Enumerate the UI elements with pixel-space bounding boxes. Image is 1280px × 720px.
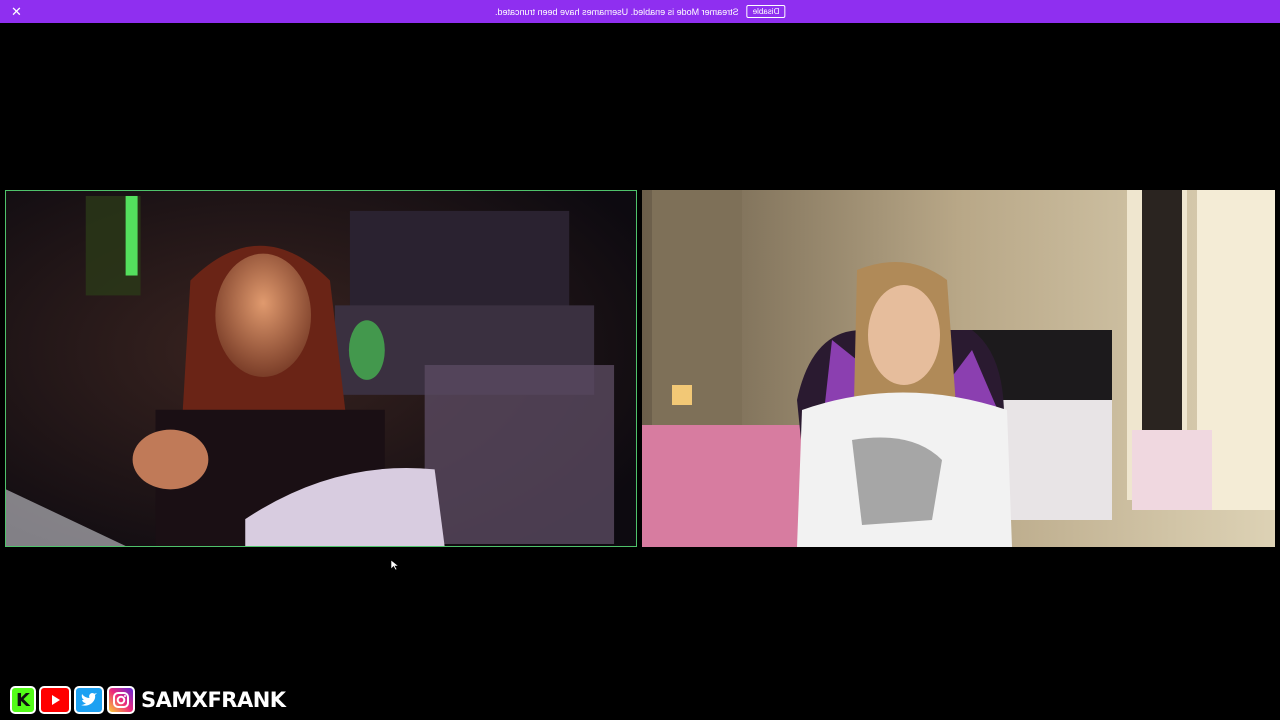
streamer-mode-banner: ✕ Disable Streamer Mode is enabled. User… [0, 0, 1280, 23]
banner-content: Disable Streamer Mode is enabled. Userna… [494, 5, 786, 18]
video-tile-left[interactable] [5, 190, 637, 547]
close-icon[interactable]: ✕ [9, 4, 24, 19]
kick-icon: K [10, 686, 36, 714]
webcam-feed-left [6, 191, 636, 546]
mouse-cursor-icon [391, 560, 399, 570]
twitter-icon [74, 686, 104, 714]
banner-message: Streamer Mode is enabled. Usernames have… [494, 6, 739, 17]
youtube-icon [39, 686, 71, 714]
video-tile-right[interactable] [642, 190, 1275, 547]
instagram-icon [107, 686, 135, 714]
social-watermark: K SAMXFRANK [10, 685, 286, 715]
webcam-feed-right [642, 190, 1275, 547]
streamer-handle: SAMXFRANK [141, 688, 286, 712]
disable-button[interactable]: Disable [746, 5, 786, 18]
